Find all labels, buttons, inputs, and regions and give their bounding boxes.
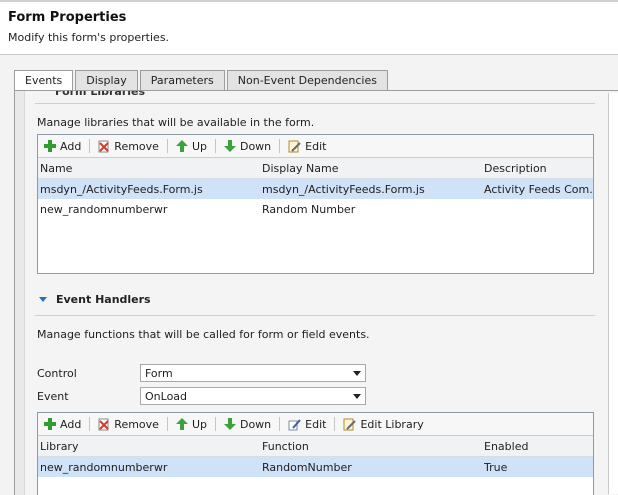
vertical-scrollbar[interactable] [608, 93, 618, 494]
up-label: Up [191, 417, 207, 431]
dialog-subtitle: Modify this form's properties. [8, 31, 170, 44]
tab-non-event-dependencies[interactable]: Non-Event Dependencies [226, 70, 388, 90]
table-row[interactable]: new_randomnumberwr RandomNumber True [38, 457, 593, 477]
collapse-triangle-icon [39, 296, 47, 302]
remove-icon [98, 140, 110, 152]
remove-label: Remove [114, 417, 159, 431]
tab-display[interactable]: Display [75, 70, 138, 90]
tab-events[interactable]: Events [14, 70, 74, 92]
arrow-down-icon [223, 140, 236, 152]
arrow-up-icon [175, 140, 188, 152]
event-handlers-heading: Event Handlers [56, 293, 151, 306]
arrow-up-icon [175, 418, 188, 430]
arrow-down-icon [223, 418, 236, 430]
form-libraries-description: Manage libraries that will be available … [37, 116, 315, 129]
edit-document-icon [343, 418, 357, 430]
edit-document-icon [288, 140, 301, 152]
remove-label: Remove [114, 139, 159, 153]
cell-name: new_randomnumberwr [40, 203, 168, 216]
form-libraries-toolbar: Add Remove Up Down Edit [38, 135, 593, 158]
add-handler-button[interactable]: Add [38, 414, 87, 434]
add-label: Add [60, 417, 82, 431]
toolbar-separator [214, 417, 216, 431]
chevron-down-icon [353, 394, 361, 399]
edit-pencil-icon [288, 418, 301, 430]
move-up-button[interactable]: Up [170, 414, 213, 434]
tab-parameters[interactable]: Parameters [139, 70, 225, 90]
form-libraries-heading: Form Libraries [55, 90, 146, 98]
down-label: Down [239, 139, 272, 153]
move-down-button[interactable]: Down [218, 136, 277, 156]
event-handlers-header[interactable]: Event Handlers [39, 293, 151, 306]
tab-strip: Events Display Parameters Non-Event Depe… [14, 70, 390, 92]
down-label: Down [239, 417, 272, 431]
toolbar-separator [89, 139, 91, 153]
section-divider [35, 103, 595, 104]
column-header-name[interactable]: Name [40, 162, 72, 175]
cell-enabled: True [484, 461, 508, 474]
control-select[interactable]: Form [140, 364, 366, 382]
toolbar-separator [166, 417, 168, 431]
column-header-enabled[interactable]: Enabled [484, 440, 528, 453]
event-value: OnLoad [145, 390, 188, 403]
edit-library-button[interactable]: Edit Library [337, 414, 429, 434]
edit-handler-button[interactable]: Edit [282, 414, 332, 434]
remove-handler-button[interactable]: Remove [92, 414, 165, 434]
toolbar-separator [166, 139, 168, 153]
add-library-button[interactable]: Add [38, 136, 87, 156]
add-icon [44, 140, 56, 152]
event-label: Event [37, 390, 69, 403]
form-libraries-grid: Add Remove Up Down Edit Name Display Nam… [37, 134, 594, 274]
cell-library: new_randomnumberwr [40, 461, 168, 474]
column-header-description[interactable]: Description [484, 162, 547, 175]
dialog-title: Form Properties [8, 10, 127, 25]
toolbar-separator [89, 417, 91, 431]
cell-display-name: Random Number [262, 203, 356, 216]
event-handlers-description: Manage functions that will be called for… [37, 328, 370, 341]
toolbar-separator [279, 139, 281, 153]
column-header-function[interactable]: Function [262, 440, 309, 453]
cell-description: Activity Feeds Com... [484, 183, 592, 196]
panel-left-gutter [15, 91, 25, 495]
form-libraries-header-row: Name Display Name Description [38, 158, 593, 179]
table-row[interactable]: msdyn_/ActivityFeeds.Form.js msdyn_/Acti… [38, 179, 593, 199]
events-panel: Form Libraries Manage libraries that wil… [14, 90, 618, 495]
event-handlers-grid: Add Remove Up Down Edit Edit Library Lib… [37, 412, 594, 495]
event-handlers-header-row: Library Function Enabled [38, 436, 593, 457]
control-value: Form [145, 367, 173, 380]
event-handlers-toolbar: Add Remove Up Down Edit Edit Library [38, 413, 593, 436]
edit-library-button[interactable]: Edit [282, 136, 332, 156]
move-up-button[interactable]: Up [170, 136, 213, 156]
cell-name: msdyn_/ActivityFeeds.Form.js [40, 183, 203, 196]
add-label: Add [60, 139, 82, 153]
event-select[interactable]: OnLoad [140, 387, 366, 405]
toolbar-separator [334, 417, 336, 431]
control-label: Control [37, 367, 77, 380]
dialog-header: Form Properties Modify this form's prope… [0, 0, 618, 55]
toolbar-separator [279, 417, 281, 431]
table-row[interactable]: new_randomnumberwr Random Number [38, 199, 593, 219]
chevron-down-icon [353, 371, 361, 376]
top-border [0, 0, 618, 2]
move-down-button[interactable]: Down [218, 414, 277, 434]
section-divider [35, 315, 595, 316]
column-header-library[interactable]: Library [40, 440, 78, 453]
up-label: Up [191, 139, 207, 153]
edit-label: Edit [305, 139, 327, 153]
remove-icon [98, 418, 110, 430]
edit-label: Edit [305, 417, 327, 431]
toolbar-separator [214, 139, 216, 153]
cell-function: RandomNumber [262, 461, 352, 474]
add-icon [44, 418, 56, 430]
cell-display-name: msdyn_/ActivityFeeds.Form.js [262, 183, 425, 196]
edit-library-label: Edit Library [360, 417, 424, 431]
remove-library-button[interactable]: Remove [92, 136, 165, 156]
column-header-display-name[interactable]: Display Name [262, 162, 339, 175]
